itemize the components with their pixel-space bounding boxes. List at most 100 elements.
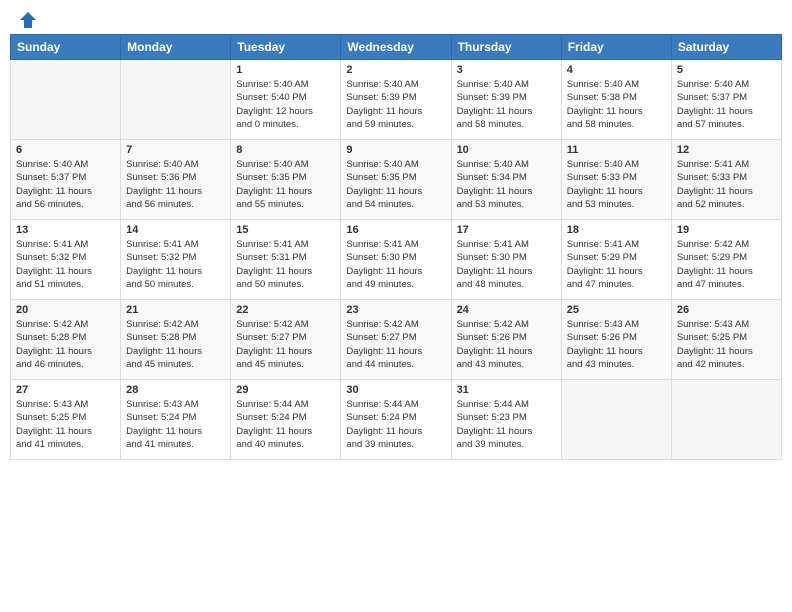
day-number: 11: [567, 144, 666, 156]
calendar-cell: 8Sunrise: 5:40 AM Sunset: 5:35 PM Daylig…: [231, 140, 341, 220]
day-number: 10: [457, 144, 556, 156]
calendar-cell: 7Sunrise: 5:40 AM Sunset: 5:36 PM Daylig…: [121, 140, 231, 220]
calendar-cell: 4 Sunrise: 5:40 AM Sunset: 5:38 PM Daylig…: [561, 60, 671, 140]
day-info: Sunrise: 5:42 AM Sunset: 5:28 PM Dayligh…: [16, 318, 115, 371]
day-number: 2: [346, 64, 445, 76]
day-info: Sunrise: 5:41 AM Sunset: 5:33 PM Dayligh…: [677, 158, 776, 211]
calendar-cell: 15 Sunrise: 5:41 AM Sunset: 5:31 PM Dayli…: [231, 220, 341, 300]
day-number: 19: [677, 224, 776, 236]
calendar-cell: 5 Sunrise: 5:40 AM Sunset: 5:37 PM Daylig…: [671, 60, 781, 140]
calendar-cell: 22 Sunrise: 5:42 AM Sunset: 5:27 PM Dayli…: [231, 300, 341, 380]
calendar-cell: 26Sunrise: 5:43 AM Sunset: 5:25 PM Dayli…: [671, 300, 781, 380]
day-info: Sunrise: 5:41 AM Sunset: 5:32 PM Dayligh…: [126, 238, 225, 291]
day-info: Sunrise: 5:40 AM Sunset: 5:39 PM Dayligh…: [457, 78, 556, 131]
calendar-day-header: Wednesday: [341, 35, 451, 60]
day-info: Sunrise: 5:40 AM Sunset: 5:35 PM Dayligh…: [346, 158, 445, 211]
day-number: 1: [236, 64, 335, 76]
day-number: 15: [236, 224, 335, 236]
day-number: 28: [126, 384, 225, 396]
calendar-day-header: Tuesday: [231, 35, 341, 60]
calendar-week-row: 6 Sunrise: 5:40 AM Sunset: 5:37 PM Daylig…: [11, 140, 782, 220]
day-info: Sunrise: 5:41 AM Sunset: 5:31 PM Dayligh…: [236, 238, 335, 291]
calendar-cell: 29 Sunrise: 5:44 AM Sunset: 5:24 PM Dayli…: [231, 380, 341, 460]
day-info: Sunrise: 5:41 AM Sunset: 5:29 PM Dayligh…: [567, 238, 666, 291]
day-info: Sunrise: 5:40 AM Sunset: 5:37 PM Dayligh…: [16, 158, 115, 211]
calendar-day-header: Friday: [561, 35, 671, 60]
day-number: 22: [236, 304, 335, 316]
calendar-header-row: SundayMondayTuesdayWednesdayThursdayFrid…: [11, 35, 782, 60]
day-number: 17: [457, 224, 556, 236]
calendar-day-header: Thursday: [451, 35, 561, 60]
calendar-cell: 1 Sunrise: 5:40 AM Sunset: 5:40 PM Daylig…: [231, 60, 341, 140]
day-info: Sunrise: 5:40 AM Sunset: 5:33 PM Dayligh…: [567, 158, 666, 211]
day-info: Sunrise: 5:43 AM Sunset: 5:26 PM Dayligh…: [567, 318, 666, 371]
calendar-week-row: 13 Sunrise: 5:41 AM Sunset: 5:32 PM Dayli…: [11, 220, 782, 300]
day-number: 23: [346, 304, 445, 316]
calendar-cell: 10 Sunrise: 5:40 AM Sunset: 5:34 PM Dayli…: [451, 140, 561, 220]
day-number: 20: [16, 304, 115, 316]
day-number: 8: [236, 144, 335, 156]
calendar-cell: 13Sunrise: 5:41 AM Sunset: 5:32 PM Dayli…: [11, 220, 121, 300]
day-number: 12: [677, 144, 776, 156]
day-info: Sunrise: 5:44 AM Sunset: 5:23 PM Dayligh…: [457, 398, 556, 451]
logo: [14, 10, 38, 26]
day-info: Sunrise: 5:41 AM Sunset: 5:30 PM Dayligh…: [457, 238, 556, 291]
day-number: 4: [567, 64, 666, 76]
calendar-cell: 17 Sunrise: 5:41 AM Sunset: 5:30 PM Dayli…: [451, 220, 561, 300]
calendar-cell: 30 Sunrise: 5:44 AM Sunset: 5:24 PM Dayli…: [341, 380, 451, 460]
calendar-cell: 14 Sunrise: 5:41 AM Sunset: 5:32 PM Dayli…: [121, 220, 231, 300]
calendar-cell: 18 Sunrise: 5:41 AM Sunset: 5:29 PM Dayli…: [561, 220, 671, 300]
calendar-cell: 3 Sunrise: 5:40 AM Sunset: 5:39 PM Daylig…: [451, 60, 561, 140]
day-number: 27: [16, 384, 115, 396]
day-number: 30: [346, 384, 445, 396]
calendar-cell: [121, 60, 231, 140]
day-info: Sunrise: 5:44 AM Sunset: 5:24 PM Dayligh…: [236, 398, 335, 451]
day-number: 9: [346, 144, 445, 156]
day-number: 25: [567, 304, 666, 316]
day-info: Sunrise: 5:43 AM Sunset: 5:25 PM Dayligh…: [16, 398, 115, 451]
calendar-cell: 31 Sunrise: 5:44 AM Sunset: 5:23 PM Dayli…: [451, 380, 561, 460]
calendar-cell: 24Sunrise: 5:42 AM Sunset: 5:26 PM Dayli…: [451, 300, 561, 380]
calendar-day-header: Sunday: [11, 35, 121, 60]
calendar-day-header: Saturday: [671, 35, 781, 60]
calendar-day-header: Monday: [121, 35, 231, 60]
calendar-cell: [11, 60, 121, 140]
calendar-week-row: 20 Sunrise: 5:42 AM Sunset: 5:28 PM Dayli…: [11, 300, 782, 380]
day-info: Sunrise: 5:42 AM Sunset: 5:26 PM Dayligh…: [457, 318, 556, 371]
calendar-cell: 11 Sunrise: 5:40 AM Sunset: 5:33 PM Dayli…: [561, 140, 671, 220]
day-number: 29: [236, 384, 335, 396]
day-number: 14: [126, 224, 225, 236]
day-info: Sunrise: 5:40 AM Sunset: 5:37 PM Dayligh…: [677, 78, 776, 131]
calendar-week-row: 1 Sunrise: 5:40 AM Sunset: 5:40 PM Daylig…: [11, 60, 782, 140]
day-number: 3: [457, 64, 556, 76]
day-info: Sunrise: 5:42 AM Sunset: 5:28 PM Dayligh…: [126, 318, 225, 371]
day-info: Sunrise: 5:41 AM Sunset: 5:30 PM Dayligh…: [346, 238, 445, 291]
day-number: 18: [567, 224, 666, 236]
day-info: Sunrise: 5:40 AM Sunset: 5:39 PM Dayligh…: [346, 78, 445, 131]
day-number: 26: [677, 304, 776, 316]
day-info: Sunrise: 5:44 AM Sunset: 5:24 PM Dayligh…: [346, 398, 445, 451]
day-number: 6: [16, 144, 115, 156]
calendar-week-row: 27 Sunrise: 5:43 AM Sunset: 5:25 PM Dayli…: [11, 380, 782, 460]
calendar-cell: 16 Sunrise: 5:41 AM Sunset: 5:30 PM Dayli…: [341, 220, 451, 300]
day-info: Sunrise: 5:40 AM Sunset: 5:34 PM Dayligh…: [457, 158, 556, 211]
day-number: 13: [16, 224, 115, 236]
day-number: 31: [457, 384, 556, 396]
calendar-cell: 28Sunrise: 5:43 AM Sunset: 5:24 PM Dayli…: [121, 380, 231, 460]
day-info: Sunrise: 5:40 AM Sunset: 5:38 PM Dayligh…: [567, 78, 666, 131]
page-header: [10, 10, 782, 26]
day-info: Sunrise: 5:42 AM Sunset: 5:27 PM Dayligh…: [236, 318, 335, 371]
calendar-cell: 20 Sunrise: 5:42 AM Sunset: 5:28 PM Dayli…: [11, 300, 121, 380]
calendar-cell: 27 Sunrise: 5:43 AM Sunset: 5:25 PM Dayli…: [11, 380, 121, 460]
day-number: 5: [677, 64, 776, 76]
day-number: 21: [126, 304, 225, 316]
calendar-cell: 12 Sunrise: 5:41 AM Sunset: 5:33 PM Dayli…: [671, 140, 781, 220]
calendar-cell: 19Sunrise: 5:42 AM Sunset: 5:29 PM Dayli…: [671, 220, 781, 300]
calendar-cell: 21 Sunrise: 5:42 AM Sunset: 5:28 PM Dayli…: [121, 300, 231, 380]
day-info: Sunrise: 5:42 AM Sunset: 5:27 PM Dayligh…: [346, 318, 445, 371]
day-info: Sunrise: 5:40 AM Sunset: 5:36 PM Dayligh…: [126, 158, 225, 211]
day-number: 16: [346, 224, 445, 236]
day-info: Sunrise: 5:40 AM Sunset: 5:40 PM Dayligh…: [236, 78, 335, 131]
calendar-cell: 9 Sunrise: 5:40 AM Sunset: 5:35 PM Daylig…: [341, 140, 451, 220]
calendar-cell: [561, 380, 671, 460]
